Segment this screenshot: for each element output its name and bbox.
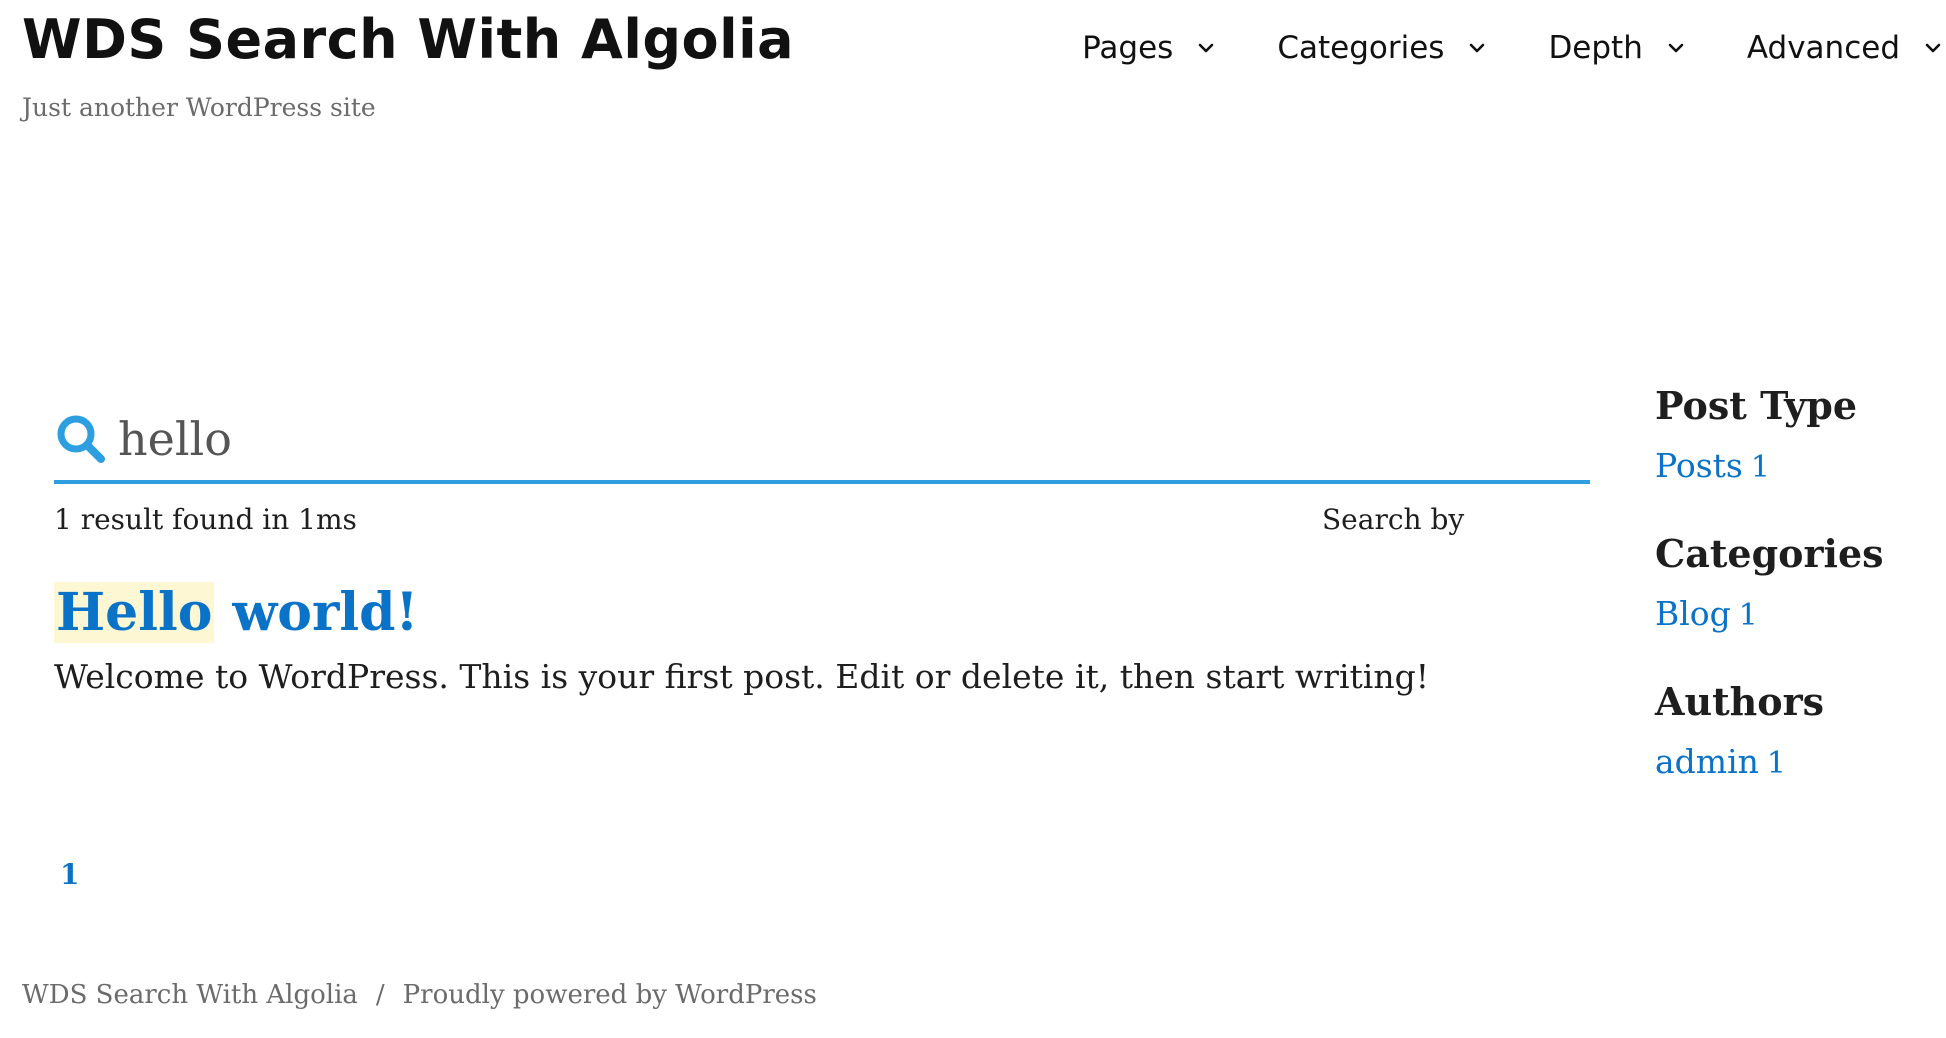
search-input[interactable] xyxy=(118,412,1518,466)
result-title-link[interactable]: Hello world! xyxy=(54,582,419,643)
search-icon xyxy=(54,412,108,466)
nav-item-pages[interactable]: Pages xyxy=(1082,30,1219,66)
chevron-down-icon[interactable] xyxy=(1667,39,1685,57)
search-by-label[interactable]: Search by xyxy=(1322,503,1464,536)
footer-separator: / xyxy=(375,980,385,1010)
facet-item-count: 1 xyxy=(1766,746,1786,781)
facet-heading: Authors xyxy=(1655,679,1825,724)
facet-authors: Authors admin 1 xyxy=(1655,679,1935,781)
facet-heading: Post Type xyxy=(1655,383,1858,428)
site-footer: WDS Search With Algolia / Proudly powered … xyxy=(22,980,817,1010)
search-result: Hello world! Welcome to WordPress. This … xyxy=(54,582,1554,696)
result-title-highlight: Hello xyxy=(54,582,215,643)
footer-site-link[interactable]: WDS Search With Algolia xyxy=(22,980,358,1010)
result-snippet: Welcome to WordPress. This is your first… xyxy=(54,656,1429,696)
facet-item-label: Posts xyxy=(1655,446,1743,485)
facet-post-type: Post Type Posts 1 xyxy=(1655,383,1935,485)
result-title-rest: world! xyxy=(214,582,419,643)
nav-item-label: Depth xyxy=(1548,30,1643,66)
main-navigation: Pages Categories Depth Advanced xyxy=(1082,30,1946,66)
nav-item-label: Categories xyxy=(1277,30,1445,66)
site-tagline: Just another WordPress site xyxy=(22,93,376,122)
facet-item-count: 1 xyxy=(1750,450,1770,485)
footer-powered-by-link[interactable]: Proudly powered by WordPress xyxy=(403,980,817,1010)
chevron-down-icon[interactable] xyxy=(1468,39,1486,57)
facet-item-admin[interactable]: admin 1 xyxy=(1655,742,1786,781)
result-stats: 1 result found in 1ms xyxy=(54,503,357,536)
pagination-page-1[interactable]: 1 xyxy=(60,858,79,891)
facet-categories: Categories Blog 1 xyxy=(1655,531,1935,633)
facet-item-count: 1 xyxy=(1738,598,1758,633)
nav-item-depth[interactable]: Depth xyxy=(1548,30,1688,66)
search-box xyxy=(54,398,1590,484)
facet-item-label: Blog xyxy=(1655,594,1731,633)
site-title[interactable]: WDS Search With Algolia xyxy=(22,10,794,70)
nav-item-label: Pages xyxy=(1082,30,1174,66)
facet-item-blog[interactable]: Blog 1 xyxy=(1655,594,1758,633)
facet-item-posts[interactable]: Posts 1 xyxy=(1655,446,1770,485)
facets-sidebar: Post Type Posts 1 Categories Blog 1 Author… xyxy=(1655,383,1935,827)
facet-item-label: admin xyxy=(1655,742,1759,781)
facet-heading: Categories xyxy=(1655,531,1884,576)
chevron-down-icon[interactable] xyxy=(1924,39,1942,57)
nav-item-advanced[interactable]: Advanced xyxy=(1747,30,1946,66)
nav-item-categories[interactable]: Categories xyxy=(1277,30,1490,66)
nav-item-label: Advanced xyxy=(1746,30,1900,66)
chevron-down-icon[interactable] xyxy=(1197,39,1215,57)
